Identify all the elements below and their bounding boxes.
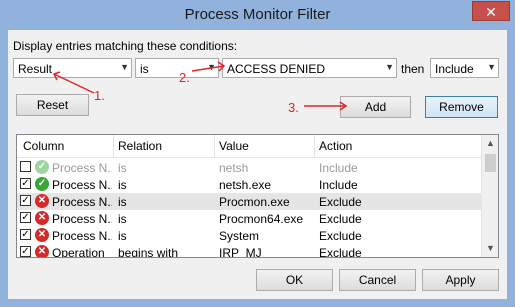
ok-button[interactable]: OK xyxy=(256,269,333,291)
exclude-icon: ✕ xyxy=(35,228,49,242)
cell-action: Include xyxy=(319,161,358,175)
table-row[interactable]: ✓ ✕ Process N... is System Exclude xyxy=(17,227,481,244)
cell-relation: is xyxy=(118,229,127,243)
row-checkbox[interactable]: ✓ xyxy=(20,229,31,240)
cell-action: Include xyxy=(319,178,358,192)
column-header-action[interactable]: Action xyxy=(319,139,352,153)
table-row[interactable]: ✓ ✕ Process N... is Procmon64.exe Exclud… xyxy=(17,210,481,227)
cell-value: Procmon64.exe xyxy=(219,212,304,226)
cell-action: Exclude xyxy=(319,246,362,258)
exclude-icon: ✕ xyxy=(35,211,49,225)
header-divider[interactable] xyxy=(214,135,215,157)
annotation-step-1: 1. xyxy=(94,88,105,103)
window-title: Process Monitor Filter xyxy=(184,6,331,23)
annotation-step-3: 3. xyxy=(288,100,299,115)
filter-dialog: Process Monitor Filter ✕ Display entries… xyxy=(0,0,515,307)
check-icon: ✓ xyxy=(35,160,49,174)
filter-list[interactable]: Column Relation Value Action ✓ Process N… xyxy=(16,134,499,258)
cancel-button[interactable]: Cancel xyxy=(339,269,416,291)
table-row[interactable]: ✓ ✕ Operation begins with IRP_MJ_ Exclud… xyxy=(17,244,481,258)
cell-column: Process N... xyxy=(52,229,112,243)
annotation-arrow-1 xyxy=(53,73,95,94)
apply-button[interactable]: Apply xyxy=(422,269,499,291)
check-icon: ✓ xyxy=(35,177,49,191)
header-divider[interactable] xyxy=(113,135,114,157)
exclude-icon: ✕ xyxy=(35,245,49,257)
cell-value: IRP_MJ_ xyxy=(219,246,269,258)
cell-column: Process N... xyxy=(52,161,112,175)
cell-value: netsh.exe xyxy=(219,178,272,192)
cell-column: Operation xyxy=(52,246,105,258)
cell-value: System xyxy=(219,229,260,243)
cell-column: Process N... xyxy=(52,178,112,192)
cell-relation: is xyxy=(118,195,127,209)
row-checkbox[interactable]: ✓ xyxy=(20,195,31,206)
cell-column: Process N... xyxy=(52,212,112,226)
table-row[interactable]: ✓ Process N... is netsh Include xyxy=(17,159,481,176)
cell-value: netsh xyxy=(219,161,249,175)
row-checkbox[interactable]: ✓ xyxy=(20,178,31,189)
row-checkbox[interactable]: ✓ xyxy=(20,246,31,257)
row-checkbox[interactable] xyxy=(20,161,31,172)
exclude-icon: ✕ xyxy=(35,194,49,208)
scroll-thumb[interactable] xyxy=(485,154,496,172)
table-row[interactable]: ✓ ✕ Process N... is Procmon.exe Exclude xyxy=(17,193,481,210)
cell-action: Exclude xyxy=(319,212,362,226)
header-divider[interactable] xyxy=(314,135,315,157)
cell-relation: is xyxy=(118,178,127,192)
table-row[interactable]: ✓ ✓ Process N... is netsh.exe Include xyxy=(17,176,481,193)
close-button[interactable]: ✕ xyxy=(472,1,510,21)
cell-relation: is xyxy=(118,212,127,226)
title-bar: Process Monitor Filter ✕ xyxy=(0,0,515,30)
cell-column: Process N... xyxy=(52,195,112,209)
cell-action: Exclude xyxy=(319,229,362,243)
scroll-up-icon[interactable]: ▲ xyxy=(482,135,498,152)
dialog-body: Display entries matching these condition… xyxy=(8,30,507,299)
column-header-column[interactable]: Column xyxy=(23,139,64,153)
column-header-value[interactable]: Value xyxy=(219,139,249,153)
scroll-down-icon[interactable]: ▼ xyxy=(482,240,498,257)
annotation-step-2: 2. xyxy=(179,70,190,85)
cell-action: Exclude xyxy=(319,195,362,209)
column-header-relation[interactable]: Relation xyxy=(118,139,162,153)
list-header: Column Relation Value Action xyxy=(17,135,481,158)
cell-relation: begins with xyxy=(118,246,179,258)
annotation-arrows xyxy=(52,61,348,111)
row-checkbox[interactable]: ✓ xyxy=(20,212,31,223)
vertical-scrollbar[interactable]: ▲ ▼ xyxy=(481,135,498,257)
cell-value: Procmon.exe xyxy=(219,195,290,209)
cell-relation: is xyxy=(118,161,127,175)
